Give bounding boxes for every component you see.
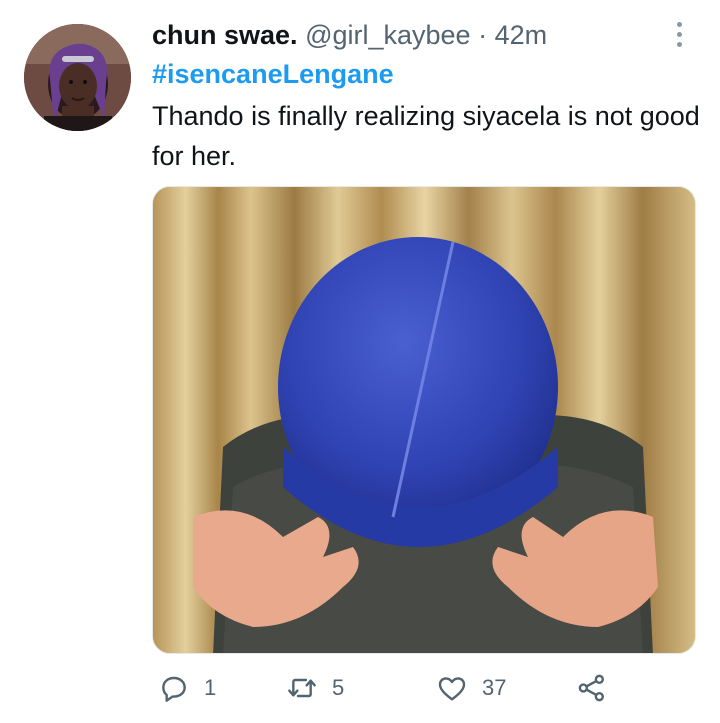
tweet-text: Thando is finally realizing siyacela is … — [152, 101, 700, 171]
retweet-button[interactable]: 5 — [286, 668, 344, 708]
hashtag-link[interactable]: #isencaneLengane — [152, 57, 394, 91]
share-button[interactable] — [576, 668, 608, 708]
display-name[interactable]: chun swae. — [152, 20, 298, 50]
like-count: 37 — [482, 675, 507, 700]
media-illustration — [153, 187, 695, 653]
reply-icon — [162, 676, 186, 702]
more-options-icon[interactable] — [668, 18, 690, 52]
tweet[interactable]: chun swae. @girl_kaybee · 42m #isencaneL… — [0, 0, 720, 723]
reply-button[interactable]: 1 — [158, 668, 216, 708]
avatar[interactable] — [24, 24, 131, 131]
like-icon — [438, 677, 466, 701]
retweet-icon — [288, 678, 316, 698]
tweet-header: chun swae. @girl_kaybee · 42m — [152, 18, 547, 52]
header-separator: · — [478, 20, 488, 50]
tweet-media-image[interactable] — [152, 186, 696, 654]
timestamp[interactable]: 42m — [495, 20, 548, 50]
like-button[interactable]: 37 — [436, 668, 506, 708]
tweet-actions: 1 5 37 — [152, 668, 672, 708]
user-handle[interactable]: @girl_kaybee — [305, 20, 471, 50]
retweet-count: 5 — [332, 675, 345, 700]
reply-count: 1 — [204, 675, 217, 700]
share-icon — [578, 674, 604, 702]
